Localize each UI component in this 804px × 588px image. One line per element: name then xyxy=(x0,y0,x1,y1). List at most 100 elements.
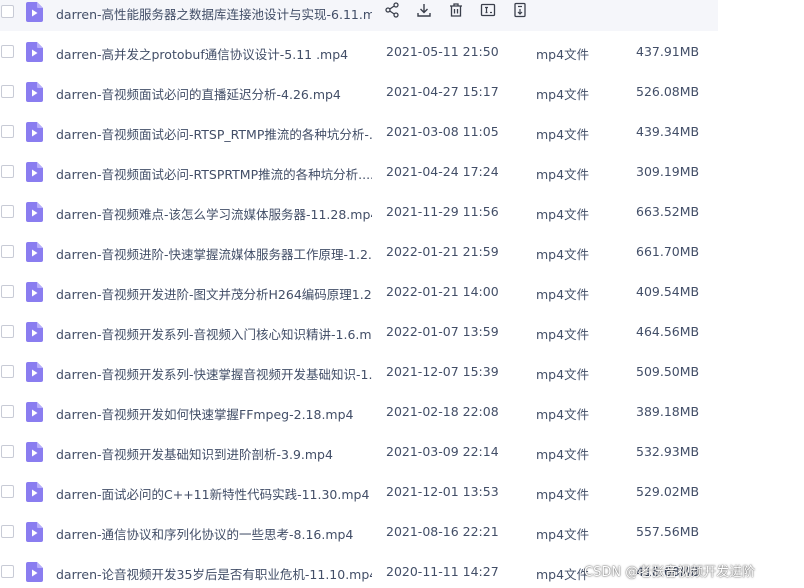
row-checkbox[interactable] xyxy=(1,45,14,58)
file-size: 437.91MB xyxy=(636,44,700,59)
file-name[interactable]: darren-音视频面试必问的直播延迟分析-4.26.mp4 xyxy=(56,84,372,103)
watermark: CSDN @老张音视频开发进阶 xyxy=(584,565,756,580)
file-row[interactable]: darren-面试必问的C++11新特性代码实践-11.30.mp4 2021-1… xyxy=(0,473,718,511)
file-size: 464.56MB xyxy=(636,324,700,339)
row-checkbox[interactable] xyxy=(1,565,14,578)
file-size: 532.93MB xyxy=(636,444,700,459)
file-size: 663.52MB xyxy=(636,204,700,219)
row-checkbox[interactable] xyxy=(1,325,14,338)
file-row[interactable]: darren-音视频进阶-快速掌握流媒体服务器工作原理-1.2... 2022-0… xyxy=(0,233,718,271)
file-date: 2021-03-08 11:05 xyxy=(386,124,499,139)
row-checkbox[interactable] xyxy=(1,445,14,458)
row-checkbox[interactable] xyxy=(1,205,14,218)
video-file-icon xyxy=(26,402,43,422)
row-checkbox[interactable] xyxy=(1,365,14,378)
video-file-icon xyxy=(26,42,43,62)
video-file-icon xyxy=(26,82,43,102)
file-row[interactable]: darren-通信协议和序列化协议的一些思考-8.16.mp4 2021-08-1… xyxy=(0,513,718,551)
file-size: 557.56MB xyxy=(636,524,700,539)
file-size: 529.02MB xyxy=(636,484,700,499)
file-name[interactable]: darren-音视频开发系列-快速掌握音视频开发基础知识-1... xyxy=(56,364,372,383)
file-date: 2021-03-09 22:14 xyxy=(386,444,499,459)
file-type: mp4文件 xyxy=(536,527,590,542)
file-row[interactable]: darren-音视频开发如何快速掌握FFmpeg-2.18.mp4 2021-02… xyxy=(0,393,718,431)
file-name[interactable]: darren-音视频进阶-快速掌握流媒体服务器工作原理-1.2... xyxy=(56,244,372,263)
delete-icon[interactable] xyxy=(448,2,468,22)
file-type: mp4文件 xyxy=(536,327,590,342)
video-file-icon xyxy=(26,202,43,222)
file-name[interactable]: darren-音视频难点-该怎么学习流媒体服务器-11.28.mp4 xyxy=(56,204,372,223)
file-date: 2021-12-01 13:53 xyxy=(386,484,499,499)
file-type: mp4文件 xyxy=(536,207,590,222)
video-file-icon xyxy=(26,522,43,542)
file-row[interactable]: darren-音视频开发系列-音视频入门核心知识精讲-1.6.m... 2022-… xyxy=(0,313,718,351)
video-file-icon xyxy=(26,2,43,22)
file-date: 2022-01-07 13:59 xyxy=(386,324,499,339)
file-size: 526.08MB xyxy=(636,84,700,99)
download-icon[interactable] xyxy=(416,2,436,22)
file-name[interactable]: darren-音视频开发基础知识到进阶剖析-3.9.mp4 xyxy=(56,444,372,463)
video-file-icon xyxy=(26,482,43,502)
file-size: 661.70MB xyxy=(636,244,700,259)
row-checkbox[interactable] xyxy=(1,85,14,98)
file-name[interactable]: darren-通信协议和序列化协议的一些思考-8.16.mp4 xyxy=(56,524,372,543)
file-name[interactable]: darren-音视频面试必问-RTSP_RTMP推流的各种坑分析-... xyxy=(56,124,372,143)
file-type: mp4文件 xyxy=(536,87,590,102)
row-checkbox[interactable] xyxy=(1,285,14,298)
file-type: mp4文件 xyxy=(536,407,590,422)
file-row[interactable]: darren-音视频面试必问-RTSPRTMP推流的各种坑分析.... 2021-… xyxy=(0,153,718,191)
file-name[interactable]: darren-高并发之protobuf通信协议设计-5.11 .mp4 xyxy=(56,44,372,63)
file-date: 2021-04-27 15:17 xyxy=(386,84,499,99)
video-file-icon xyxy=(26,322,43,342)
file-row[interactable]: darren-高并发之protobuf通信协议设计-5.11 .mp4 2021-… xyxy=(0,33,718,71)
file-date: 2021-04-24 17:24 xyxy=(386,164,499,179)
file-row[interactable]: darren-音视频开发进阶-图文并茂分析H264编码原理1.2... 2022-… xyxy=(0,273,718,311)
file-size: 389.18MB xyxy=(636,404,700,419)
file-name[interactable]: darren-面试必问的C++11新特性代码实践-11.30.mp4 xyxy=(56,484,372,503)
file-row[interactable]: darren-音视频开发基础知识到进阶剖析-3.9.mp4 2021-03-09 … xyxy=(0,433,718,471)
file-row[interactable]: darren-音视频难点-该怎么学习流媒体服务器-11.28.mp4 2021-1… xyxy=(0,193,718,231)
file-type: mp4文件 xyxy=(536,447,590,462)
file-type: mp4文件 xyxy=(536,247,590,262)
file-size: 439.34MB xyxy=(636,124,700,139)
file-type: mp4文件 xyxy=(536,167,590,182)
row-checkbox[interactable] xyxy=(1,125,14,138)
row-checkbox[interactable] xyxy=(1,5,14,18)
file-name[interactable]: darren-高性能服务器之数据库连接池设计与实现-6.11.m... xyxy=(56,4,372,23)
file-type: mp4文件 xyxy=(536,367,590,382)
more-icon[interactable] xyxy=(512,2,532,22)
file-date: 2021-05-11 21:50 xyxy=(386,44,499,59)
video-file-icon xyxy=(26,442,43,462)
file-date: 2021-02-18 22:08 xyxy=(386,404,499,419)
video-file-icon xyxy=(26,122,43,142)
row-checkbox[interactable] xyxy=(1,165,14,178)
file-size: 509.50MB xyxy=(636,364,700,379)
row-checkbox[interactable] xyxy=(1,485,14,498)
file-type: mp4文件 xyxy=(536,127,590,142)
video-file-icon xyxy=(26,282,43,302)
file-date: 2020-11-11 14:27 xyxy=(386,564,499,579)
video-file-icon xyxy=(26,362,43,382)
row-checkbox[interactable] xyxy=(1,245,14,258)
file-row[interactable]: darren-高性能服务器之数据库连接池设计与实现-6.11.m... xyxy=(0,0,718,31)
file-name[interactable]: darren-论音视频开发35岁后是否有职业危机-11.10.mp4 xyxy=(56,564,372,583)
file-date: 2022-01-21 21:59 xyxy=(386,244,499,259)
file-row[interactable]: darren-音视频面试必问的直播延迟分析-4.26.mp4 2021-04-27… xyxy=(0,73,718,111)
rename-icon[interactable] xyxy=(480,2,500,22)
file-list: darren-高性能服务器之数据库连接池设计与实现-6.11.m... darre… xyxy=(0,0,804,588)
row-checkbox[interactable] xyxy=(1,525,14,538)
file-type: mp4文件 xyxy=(536,47,590,62)
file-name[interactable]: darren-音视频开发如何快速掌握FFmpeg-2.18.mp4 xyxy=(56,404,372,423)
file-type: mp4文件 xyxy=(536,567,590,582)
file-type: mp4文件 xyxy=(536,287,590,302)
file-row[interactable]: darren-音视频开发系列-快速掌握音视频开发基础知识-1... 2021-12… xyxy=(0,353,718,391)
file-date: 2022-01-21 14:00 xyxy=(386,284,499,299)
file-name[interactable]: darren-音视频开发系列-音视频入门核心知识精讲-1.6.m... xyxy=(56,324,372,343)
file-row[interactable]: darren-音视频面试必问-RTSP_RTMP推流的各种坑分析-... 2021… xyxy=(0,113,718,151)
share-icon[interactable] xyxy=(384,2,404,22)
file-size: 309.19MB xyxy=(636,164,700,179)
file-name[interactable]: darren-音视频开发进阶-图文并茂分析H264编码原理1.2... xyxy=(56,284,372,303)
video-file-icon xyxy=(26,562,43,582)
row-checkbox[interactable] xyxy=(1,405,14,418)
file-name[interactable]: darren-音视频面试必问-RTSPRTMP推流的各种坑分析.... xyxy=(56,164,372,183)
